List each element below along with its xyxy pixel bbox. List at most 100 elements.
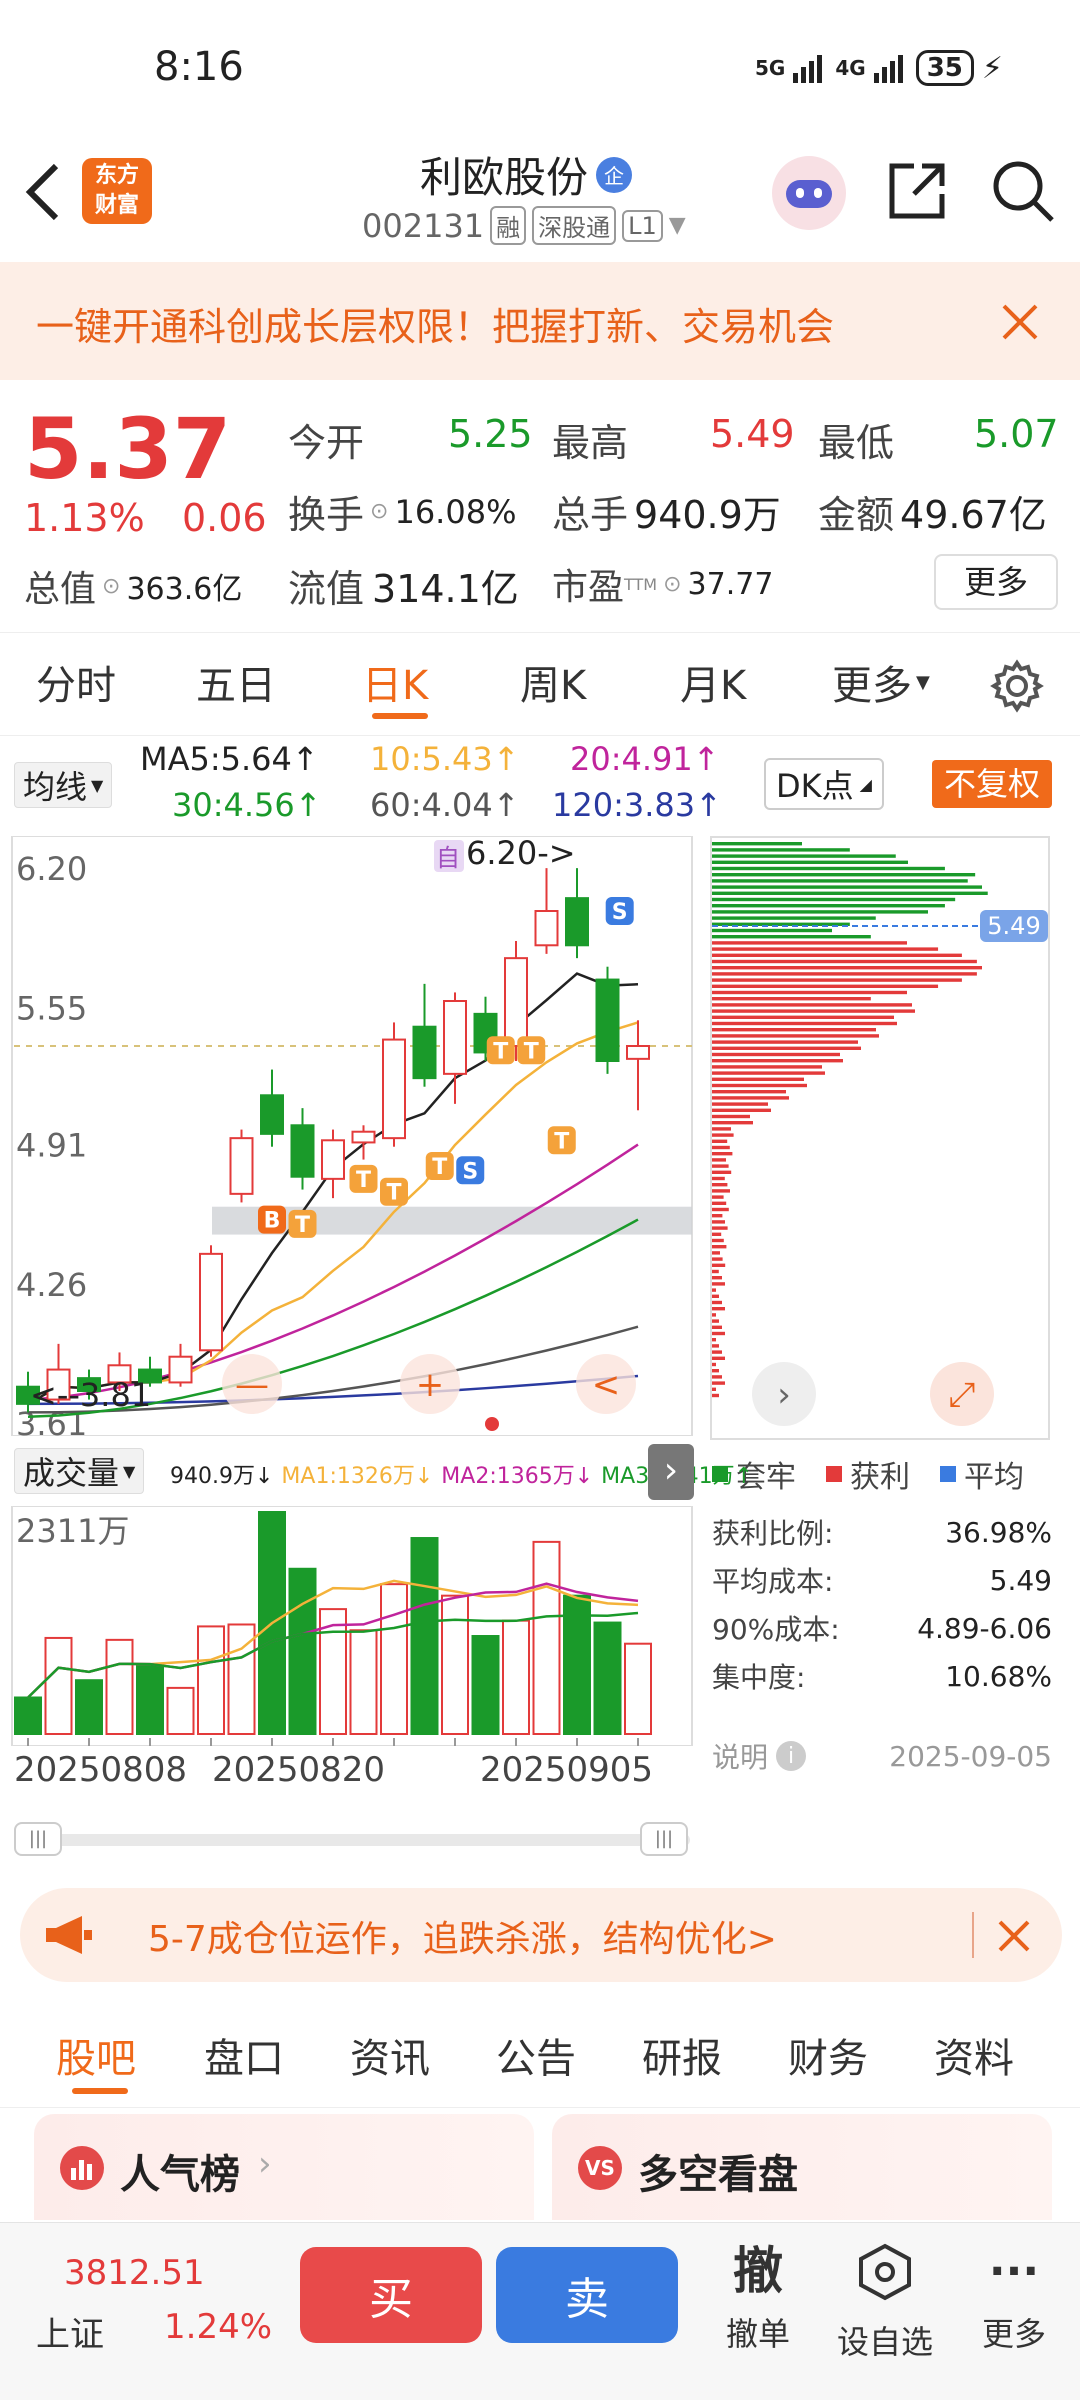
chip-bar [712,910,928,914]
status-bar: 8:16 5G 4G 35 ⚡ [0,0,1080,140]
tab-announcements[interactable]: 公告 [496,2026,576,2084]
chip-stats: 获利比例: 36.98% 平均成本: 5.49 90%成本: 4.89-6.06 集中度: 1… [712,1508,1052,1700]
tab-five-day[interactable]: 五日 [196,653,276,711]
chip-stat-value: 5.49 [989,1563,1052,1597]
volume-selector[interactable]: 成交量 ▼ [14,1448,145,1494]
chip-bar [712,947,939,951]
close-icon[interactable] [996,1918,1032,1954]
chevron-down-icon[interactable]: ▼ [669,213,686,238]
tab-research[interactable]: 研报 [642,2026,722,2084]
stock-header: 东方 财富 利欧股份 企 002131 融 深股通 L1 ▼ [0,140,1080,260]
chip-bar [712,1201,727,1205]
change-percent: 1.13% [24,496,145,540]
info-icon[interactable]: ⊙ [102,574,120,599]
high-value: 5.49 [710,412,795,456]
chip-bar [712,1232,722,1236]
volume-bar [624,1642,652,1735]
index-percent: 1.24% [164,2307,273,2347]
tab-weekly-k[interactable]: 周K [520,653,586,711]
chip-bar [712,1108,771,1112]
y-axis-label: 5.55 [16,989,87,1027]
popularity-card[interactable]: 人气榜 › [34,2114,534,2220]
close-icon[interactable] [1000,302,1040,342]
promo-banner[interactable]: 一键开通科创成长层权限！把握打新、交易机会 [0,262,1080,380]
back-icon[interactable] [22,162,62,222]
legend-swatch-blue [940,1466,956,1482]
chart-area: 均线 ▼ MA5:5.64↑ 10:5.43↑ 20:4.91↑ 30:4.56↑… [0,736,1080,1858]
dk-point-selector[interactable]: DK点 ◢ [764,758,884,810]
candle-body [199,1252,223,1352]
ma-selector[interactable]: 均线 ▼ [14,762,113,808]
ranking-icon [60,2146,104,2190]
range-scrollbar[interactable] [14,1834,690,1846]
logo-text-2: 财富 [94,193,139,218]
charging-icon: ⚡ [981,50,1003,86]
kline-chart[interactable]: 6.205.554.914.263.616.20->自<--3.81B TTTT S… [0,836,700,1436]
tab-monthly-k[interactable]: 月K [680,653,746,711]
legend-profit: 获利 [826,1452,910,1496]
info-icon[interactable]: i [776,1741,807,1771]
more-button[interactable]: ··· 更多 [972,2243,1056,2355]
tab-profile[interactable]: 资料 [934,2026,1014,2084]
cancel-order-button[interactable]: 撤 撤单 [716,2243,800,2355]
open-value: 5.25 [448,412,533,456]
range-handle-left[interactable]: ||| [14,1822,62,1856]
chip-note-label[interactable]: 说明 [712,1736,768,1776]
expand-panel-button[interactable]: › [648,1444,694,1500]
chart-control-label: < [592,1365,621,1405]
chip-bar [712,879,968,883]
volume-chart[interactable]: 2311万 [0,1506,700,1746]
chip-bar [712,1090,786,1094]
volume-bar [471,1635,500,1736]
assistant-avatar[interactable] [772,156,846,230]
volume-bar [441,1594,469,1735]
volume-bar [349,1629,378,1735]
tab-more[interactable]: 更多 ▼ [832,653,930,711]
add-watchlist-button[interactable]: 设自选 [830,2243,940,2363]
tab-daily-k[interactable]: 日K [362,653,428,711]
chart-control-label: — [235,1365,269,1405]
float-cap-value: 314.1亿 [372,567,519,611]
stock-code: 002131 [362,206,485,245]
no-adjust-button[interactable]: 不复权 [932,760,1053,808]
chip-bar [712,1226,728,1230]
logo-text-1: 东方 [94,163,139,188]
connect-tag: 深股通 [532,206,617,245]
chip-bar [712,1176,725,1181]
info-icon[interactable]: ⊙ [663,572,681,597]
tab-orderbook[interactable]: 盘口 [204,2026,284,2084]
chip-bar [712,1040,858,1044]
company-badge-icon: 企 [596,156,633,193]
chip-bar [712,1195,724,1199]
sell-button[interactable]: 卖 [496,2247,678,2343]
average-cost-label: 5.49 [987,912,1040,940]
tab-forum[interactable]: 股吧 [56,2026,136,2084]
range-handle-right[interactable]: ||| [640,1822,688,1856]
settings-gear-icon[interactable] [990,659,1044,713]
share-icon[interactable] [886,160,948,222]
app-logo: 东方 财富 [82,158,152,224]
more-quote-button[interactable]: 更多 [934,554,1058,610]
promo-text[interactable]: 一键开通科创成长层权限！把握打新、交易机会 [36,296,834,351]
chip-bar [712,885,982,889]
tab-intraday[interactable]: 分时 [36,653,116,711]
index-name: 上证 [36,2315,104,2355]
chip-stat-value: 4.89-6.06 [917,1611,1052,1645]
tab-news[interactable]: 资讯 [350,2026,430,2084]
notice-text[interactable]: 5-7成仓位运作，追跌杀涨，结构优化> [148,1910,777,1962]
buy-button[interactable]: 买 [300,2247,482,2343]
chip-bar [712,978,962,982]
info-icon[interactable]: ⊙ [370,499,388,524]
chip-stat-label: 集中度: [712,1661,806,1694]
bull-bear-card[interactable]: VS 多空看盘 [552,2114,1052,2220]
chip-distribution-chart[interactable]: 5.49 › ⤢ [710,836,1052,1444]
chip-bar [712,1362,716,1367]
candle-body [321,1139,345,1180]
candle-body [595,978,620,1062]
strategy-notice[interactable]: 5-7成仓位运作，追跌杀涨，结构优化> [20,1888,1062,1982]
volume-current: 940.9万↓ [170,1464,274,1489]
tab-financials[interactable]: 财务 [788,2026,868,2084]
network-5g-label: 5G [755,56,786,80]
search-icon[interactable] [990,158,1056,224]
pe-ttm-label: TTM [624,574,658,594]
